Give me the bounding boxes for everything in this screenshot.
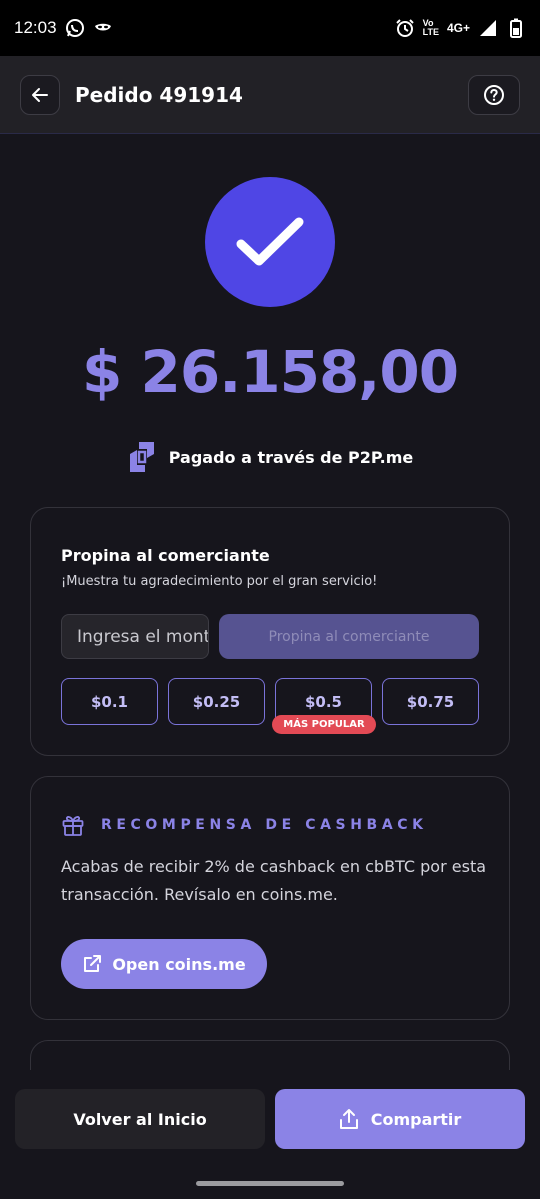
checkmark-icon <box>235 214 305 270</box>
share-icon <box>339 1108 359 1130</box>
cashback-title: RECOMPENSA DE CASHBACK <box>101 817 428 833</box>
signal-icon <box>478 18 498 38</box>
volte-indicator: Vo LTE <box>423 19 439 37</box>
payment-amount: $ 26.158,00 <box>81 338 459 406</box>
tip-preset-0-75[interactable]: $0.75 <box>382 678 479 725</box>
share-label: Compartir <box>370 1109 462 1129</box>
status-bar: 12:03 Vo LTE 4G+ <box>0 0 540 56</box>
cashback-header: RECOMPENSA DE CASHBACK <box>61 813 428 837</box>
question-circle-icon <box>483 84 505 106</box>
back-button[interactable] <box>20 74 60 115</box>
whatsapp-icon <box>65 18 85 38</box>
gift-icon <box>61 813 85 837</box>
volte-bottom: LTE <box>422 27 439 37</box>
tip-title: Propina al comerciante <box>61 546 270 565</box>
open-coins-button[interactable]: Open coins.me <box>61 939 267 989</box>
success-badge <box>205 177 335 307</box>
paid-via-text: Pagado a través de P2P.me <box>168 447 414 467</box>
tip-preset-0-1[interactable]: $0.1 <box>61 678 158 725</box>
help-button[interactable] <box>468 74 520 115</box>
tip-submit-button[interactable]: Propina al comerciante <box>219 614 479 659</box>
app-header: Pedido 491914 <box>0 56 540 134</box>
tip-card: Propina al comerciante ¡Muestra tu agrad… <box>30 507 510 756</box>
tip-amount-input[interactable] <box>61 614 209 659</box>
tip-preset-0-25[interactable]: $0.25 <box>168 678 265 725</box>
network-type: 4G+ <box>446 20 470 35</box>
mask-icon <box>93 18 113 38</box>
tip-subtitle: ¡Muestra tu agradecimiento por el gran s… <box>61 574 378 589</box>
popular-badge: MÁS POPULAR <box>272 715 376 734</box>
paid-via: Pagado a través de P2P.me <box>0 440 540 474</box>
status-time: 12:03 <box>14 18 57 37</box>
p2p-logo-icon <box>127 440 157 474</box>
arrow-left-icon <box>31 86 49 104</box>
battery-icon <box>506 18 526 38</box>
share-button[interactable]: Compartir <box>275 1089 525 1149</box>
cashback-card: RECOMPENSA DE CASHBACK Acabas de recibir… <box>30 776 510 1020</box>
alarm-icon <box>395 18 415 38</box>
page-title: Pedido 491914 <box>75 82 243 107</box>
home-button[interactable]: Volver al Inicio <box>15 1089 265 1149</box>
cashback-description: Acabas de recibir 2% de cashback en cbBT… <box>61 857 487 904</box>
external-link-icon <box>82 954 102 974</box>
gesture-nav-handle[interactable] <box>196 1181 344 1186</box>
bottom-action-bar: Volver al Inicio Compartir <box>0 1070 540 1199</box>
open-coins-label: Open coins.me <box>112 954 246 974</box>
